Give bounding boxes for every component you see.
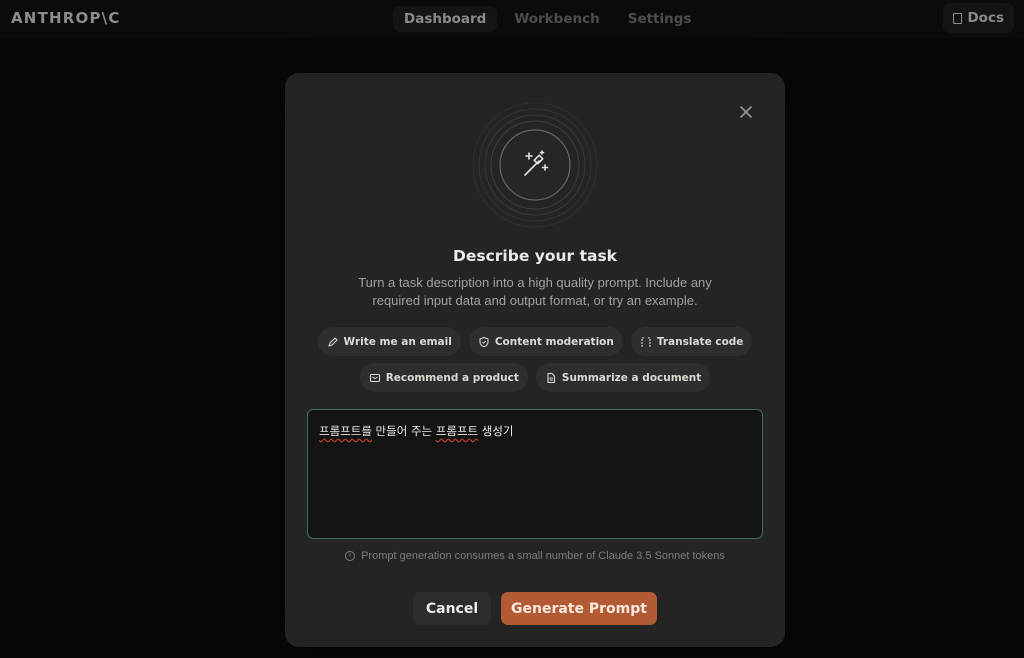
nav-workbench[interactable]: Workbench bbox=[503, 6, 610, 32]
pen-icon bbox=[327, 336, 338, 347]
generate-prompt-button[interactable]: Generate Prompt bbox=[501, 592, 657, 625]
docs-label: Docs bbox=[967, 10, 1004, 26]
example-summarize-document-button[interactable]: Summarize a document bbox=[535, 363, 711, 392]
example-recommend-product-button[interactable]: Recommend a product bbox=[359, 363, 528, 392]
info-icon: i bbox=[345, 551, 356, 561]
task-text-part-3: 프롬프트 bbox=[435, 424, 479, 438]
anthropic-logo[interactable]: ANTHROP\C bbox=[11, 9, 121, 27]
task-text-part-4: 생성기 bbox=[478, 424, 514, 438]
close-icon[interactable] bbox=[736, 102, 756, 122]
task-description-input[interactable]: 프롬프트를 만들어 주는 프롬프트 생성기 bbox=[307, 409, 763, 539]
dialog-title: Describe your task bbox=[453, 247, 617, 265]
book-icon bbox=[953, 12, 963, 24]
hero-illustration bbox=[472, 102, 598, 228]
example-write-email-button[interactable]: Write me an email bbox=[317, 327, 461, 356]
prompt-generator-dialog: Describe your task Turn a task descripti… bbox=[285, 73, 785, 647]
example-content-moderation-button[interactable]: Content moderation bbox=[468, 327, 623, 356]
docs-button[interactable]: Docs bbox=[943, 3, 1014, 33]
chip-label: Translate code bbox=[656, 335, 744, 348]
task-text-part-1: 프롬프트를 bbox=[319, 424, 372, 438]
dialog-actions: Cancel Generate Prompt bbox=[285, 592, 785, 625]
token-usage-note: i Prompt generation consumes a small num… bbox=[285, 550, 785, 562]
example-chips-row-2: Recommend a product Summarize a document bbox=[285, 363, 785, 392]
main-nav: Dashboard Workbench Settings bbox=[393, 6, 702, 32]
nav-settings[interactable]: Settings bbox=[617, 6, 703, 32]
product-box-icon bbox=[369, 373, 380, 382]
chip-label: Content moderation bbox=[494, 335, 614, 348]
chip-label: Write me an email bbox=[343, 335, 452, 348]
cancel-button[interactable]: Cancel bbox=[413, 592, 491, 625]
shield-icon bbox=[479, 336, 489, 347]
code-bracket-icon bbox=[641, 336, 651, 347]
task-text-part-2: 만들어 주는 bbox=[371, 424, 436, 438]
example-chips-row-1: Write me an email Content moderation Tra… bbox=[285, 327, 785, 356]
top-navigation-bar: ANTHROP\C Dashboard Workbench Settings D… bbox=[0, 0, 1024, 38]
note-text: Prompt generation consumes a small numbe… bbox=[361, 550, 725, 562]
chip-label: Recommend a product bbox=[385, 371, 519, 384]
example-translate-code-button[interactable]: Translate code bbox=[630, 327, 753, 356]
chip-label: Summarize a document bbox=[561, 371, 702, 384]
nav-dashboard[interactable]: Dashboard bbox=[393, 6, 498, 32]
document-icon bbox=[547, 372, 555, 383]
dialog-subtitle: Turn a task description into a high qual… bbox=[358, 275, 712, 308]
